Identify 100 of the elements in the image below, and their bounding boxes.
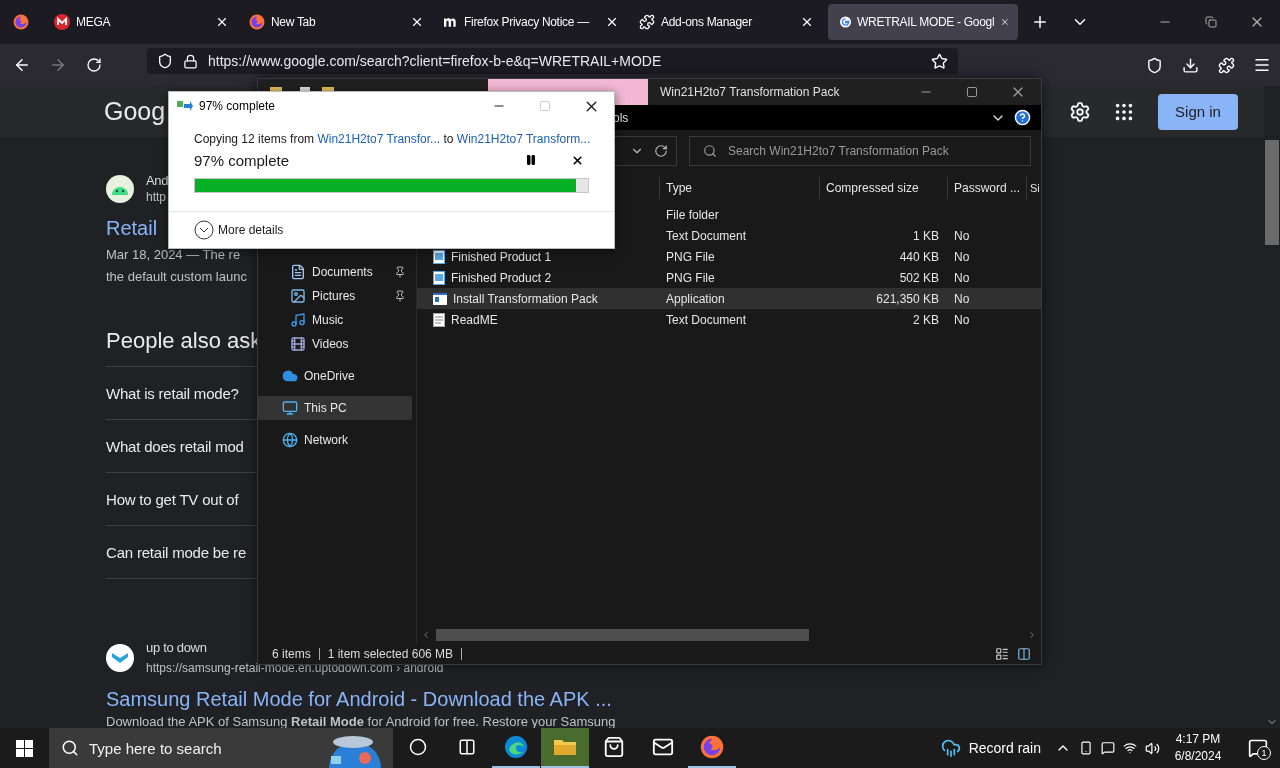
file-type: Text Document: [665, 312, 748, 327]
question-item[interactable]: What does retail mod: [106, 437, 244, 455]
file-type: Text Document: [665, 228, 748, 243]
file-password: No: [953, 312, 971, 327]
file-name: Install Transformation Pack: [417, 291, 659, 306]
notifications-button[interactable]: 1: [1236, 728, 1280, 768]
question-item[interactable]: Can retail mode be re: [106, 543, 247, 561]
file-type: PNG File: [665, 270, 716, 285]
close-icon: [410, 15, 424, 29]
question-item[interactable]: How to get TV out of: [106, 490, 239, 508]
nav-item[interactable]: Network: [258, 428, 412, 452]
destination-link[interactable]: Win21H2to7 Transform...: [456, 132, 591, 146]
source-link[interactable]: Win21H2to7 Transfor...: [317, 132, 441, 146]
network-icon[interactable]: [1123, 741, 1137, 755]
browser-tab[interactable]: MEGA: [42, 4, 237, 40]
site-name: And: [146, 173, 169, 188]
message-icon[interactable]: [1101, 741, 1115, 755]
menu-icon: [1253, 56, 1271, 74]
file-size: 621,350 KB: [875, 291, 940, 306]
file-password: No: [953, 249, 971, 264]
site-url: https://samsung-retail-mode.en.uptodown.com › android: [146, 661, 444, 675]
nav-item[interactable]: Music: [258, 308, 412, 332]
clock[interactable]: 4:17 PM 6/8/2024: [1160, 731, 1236, 765]
result-title-link[interactable]: Retail: [106, 217, 158, 240]
maximize-icon: [539, 100, 551, 112]
robot-avatar-icon: [106, 174, 134, 203]
close-icon: [215, 15, 229, 29]
site-name: up to down: [146, 640, 207, 655]
windows-logo-icon: [15, 739, 33, 757]
refresh-icon: [654, 144, 668, 158]
scroll-right-icon: [1027, 630, 1037, 640]
weather-widget[interactable]: Record rain: [940, 738, 1041, 758]
settings-icon: [1069, 100, 1091, 123]
help-icon[interactable]: [1014, 109, 1031, 126]
search-field[interactable]: Search Win21H2to7 Transformation Pack: [689, 136, 1031, 166]
copy-icon: [177, 100, 193, 112]
fox-logo-icon: [249, 14, 265, 30]
search-icon: [703, 144, 717, 158]
column-header[interactable]: Password ...: [947, 177, 1026, 199]
music-note-icon: [290, 312, 306, 328]
star-icon: [931, 52, 948, 70]
sign-in-button[interactable]: Sign in: [1158, 93, 1238, 130]
reload-icon: [86, 57, 102, 73]
file-row[interactable]: Finished Product 1 PNG File 440 KB No: [417, 246, 1041, 267]
globe-icon: [282, 432, 298, 448]
nav-item[interactable]: Pictures: [258, 284, 412, 308]
address-bar[interactable]: https://www.google.com/search?client=firefox-b-e&q=WRETRAIL+MODE: [147, 48, 958, 74]
question-item[interactable]: What is retail mode?: [106, 384, 239, 402]
file-size: 440 KB: [898, 249, 940, 264]
progress-heading: 97% complete: [194, 151, 291, 169]
search-icon: [61, 739, 79, 757]
column-header[interactable]: Compressed size: [819, 177, 947, 199]
file-row[interactable]: ReadME Text Document 2 KB No: [417, 309, 1041, 330]
result-snippet: Mar 18, 2024 — The re: [106, 246, 241, 264]
column-header[interactable]: Si: [1026, 177, 1041, 199]
m-logo-icon: [54, 14, 70, 30]
maximize-icon: [966, 86, 978, 98]
fox-logo-icon: [13, 14, 29, 30]
file-row[interactable]: Finished Product 2 PNG File 502 KB No: [417, 267, 1041, 288]
search-input[interactable]: Type here to search: [89, 737, 289, 759]
mail-icon: [652, 736, 674, 758]
nav-item[interactable]: OneDrive: [258, 364, 412, 388]
browser-tab[interactable]: WRETRAIL MODE - Googl: [828, 4, 1018, 40]
wave-logo-icon: [504, 735, 528, 759]
result-title-link[interactable]: Samsung Retail Mode for Android - Download the APK ...: [106, 688, 612, 711]
window-title: Win21H2to7 Transformation Pack: [660, 85, 841, 99]
lock-icon: [183, 53, 198, 69]
file-type: PNG File: [665, 249, 716, 264]
text-file-icon: [433, 312, 445, 327]
shield-icon: [157, 53, 173, 69]
nav-item[interactable]: Documents: [258, 260, 412, 284]
file-row[interactable]: Install Transformation Pack Application 621,350 KB No: [417, 288, 1041, 309]
file-name: Finished Product 2: [417, 270, 659, 285]
circle-icon: [409, 738, 427, 756]
browser-tab[interactable]: New Tab: [237, 4, 432, 40]
g-logo-icon: [840, 14, 852, 30]
nav-item[interactable]: This PC: [258, 396, 412, 420]
scrollbar-thumb[interactable]: [1265, 140, 1279, 245]
phone-icon[interactable]: [1079, 741, 1093, 755]
details-view-icon[interactable]: [995, 647, 1009, 661]
more-details-button[interactable]: More details: [194, 220, 284, 240]
nav-item[interactable]: Videos: [258, 332, 412, 356]
file-type: File folder: [665, 207, 720, 222]
fox-logo-icon: [700, 735, 724, 759]
speaker-icon[interactable]: [1145, 740, 1160, 756]
chevron-circle-icon: [194, 220, 214, 240]
file-password: No: [953, 291, 971, 306]
preview-view-icon[interactable]: [1017, 647, 1031, 661]
image-icon: [290, 288, 306, 304]
file-size: 502 KB: [898, 270, 940, 285]
plus-icon: [1031, 13, 1049, 31]
close-icon: [605, 15, 619, 29]
column-header[interactable]: Type: [659, 177, 819, 199]
browser-tab[interactable]: Add-ons Manager: [627, 4, 822, 40]
browser-tab[interactable]: Firefox Privacy Notice —: [432, 4, 627, 40]
item-count: 6 items: [272, 647, 311, 661]
result-snippet: Download the APK of Samsung Retail Mode for Android for free. Restore your Samsung: [106, 713, 616, 731]
file-password: No: [953, 228, 971, 243]
file-name: ReadME: [417, 312, 659, 327]
application-icon: [433, 292, 447, 305]
